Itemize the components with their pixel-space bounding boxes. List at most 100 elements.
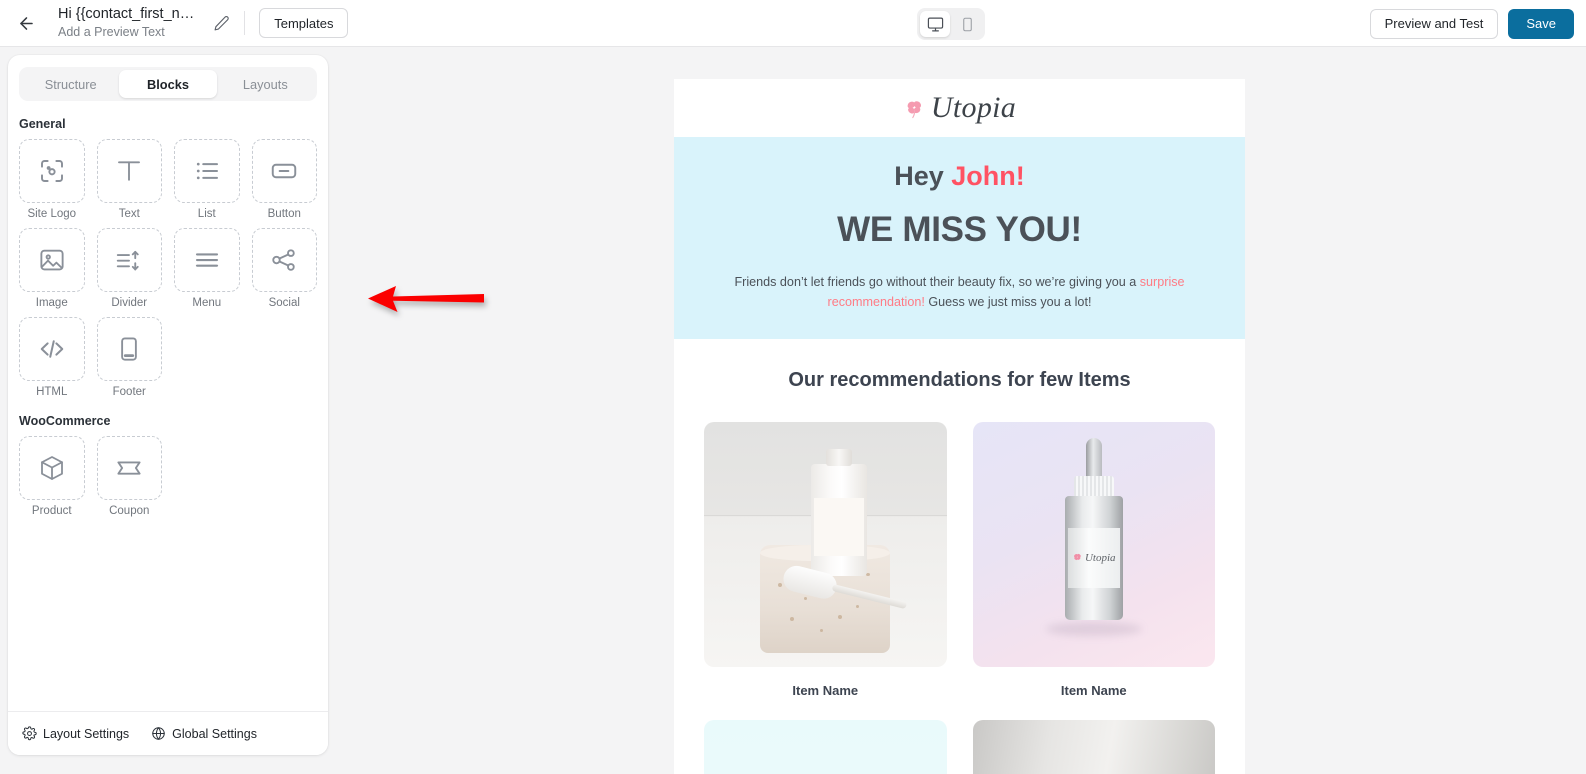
email-title-group: Hi {{contact_first_n… Add a Preview Text [58,6,194,39]
photo-bottle-shadow [1045,621,1142,636]
block-label-text: Text [118,208,140,220]
ticket-icon [117,461,141,475]
desktop-icon [927,17,943,31]
global-settings-button[interactable]: Global Settings [151,726,257,741]
block-tile-list[interactable]: List [174,139,240,220]
hero-body-part1: Friends don’t let friends go without the… [734,275,1140,289]
block-tile-social[interactable]: Social [251,228,317,309]
edit-title-button[interactable] [208,10,234,36]
photo-serum-label [814,497,865,556]
list-icon [196,162,218,180]
blocks-panel-body: General Site Logo Text List Button Image… [8,101,328,711]
device-preview-toggle[interactable] [917,8,985,40]
blocks-sidebar: Structure Blocks Layouts General Site Lo… [8,55,328,755]
top-bar: Hi {{contact_first_n… Add a Preview Text… [0,0,1586,47]
brand-logo-text: Utopia [930,91,1017,124]
product-grid: Item Name Utopia Item Name [704,421,1215,774]
tab-blocks[interactable]: Blocks [119,70,217,98]
product-card[interactable]: Item Name [704,421,947,700]
block-box-site-logo [19,139,85,203]
block-box-html [19,317,85,381]
hero-greeting: Hey John! [714,161,1205,192]
save-button-label: Save [1526,16,1556,31]
block-label-html: HTML [36,386,68,398]
email-subject-title[interactable]: Hi {{contact_first_n… [58,6,194,23]
product-image-silver[interactable] [972,719,1215,774]
photo-bottle-body: Utopia [1064,495,1123,620]
device-mobile-button[interactable] [952,11,982,37]
block-label-button: Button [267,208,301,220]
block-label-coupon: Coupon [109,505,150,517]
email-preview-text[interactable]: Add a Preview Text [58,25,194,39]
email-hero-block[interactable]: Hey John! WE MISS YOU! Friends don’t let… [674,137,1245,339]
layout-settings-button[interactable]: Layout Settings [22,726,129,741]
block-box-divider [96,228,162,292]
block-tile-divider[interactable]: Divider [96,228,162,309]
layout-settings-label: Layout Settings [43,726,130,741]
email-canvas[interactable]: Utopia Hey John! WE MISS YOU! Friends do… [336,47,1586,774]
tab-layouts[interactable]: Layouts [217,70,314,98]
block-tile-image[interactable]: Image [19,228,85,309]
block-tile-footer[interactable]: Footer [96,317,162,398]
product-card[interactable]: Utopia Item Name [972,421,1215,700]
sidebar-footer: Layout Settings Global Settings [8,711,328,755]
block-box-footer [96,317,162,381]
product-card[interactable]: Item Name [704,719,947,774]
photo-serum-bottle [811,448,868,576]
email-preview: Utopia Hey John! WE MISS YOU! Friends do… [674,79,1245,774]
photo-bottle-label-text: Utopia [1084,551,1116,564]
block-tile-button[interactable]: Button [251,139,317,220]
flower-icon [907,100,921,118]
button-icon [272,163,297,179]
block-label-site-logo: Site Logo [27,208,77,220]
device-desktop-button[interactable] [920,11,950,37]
block-label-menu: Menu [192,297,222,309]
email-recommendations-block[interactable]: Our recommendations for few Items Item N… [674,338,1245,774]
block-tile-menu[interactable]: Menu [174,228,240,309]
photo-bottle-label: Utopia [1067,527,1120,588]
block-label-social: Social [268,297,300,309]
block-box-coupon [96,436,162,500]
block-tile-product[interactable]: Product [19,436,85,517]
gear-icon [22,726,37,741]
tab-structure[interactable]: Structure [22,70,119,98]
block-box-list [174,139,240,203]
recommendations-title: Our recommendations for few Items [788,368,1131,391]
hero-body-part2: Guess we just miss you a lot! [924,295,1092,310]
product-name: Item Name [1060,682,1127,698]
preview-and-test-label: Preview and Test [1384,16,1484,31]
section-title-woocommerce: WooCommerce [19,414,111,428]
product-image-utopia[interactable]: Utopia [972,421,1215,667]
block-label-product: Product [31,505,72,517]
tab-blocks-label: Blocks [147,76,189,92]
mobile-icon [962,17,972,31]
product-image-serum[interactable] [704,421,947,667]
product-image-mint[interactable] [704,719,947,774]
image-icon [40,249,64,271]
block-tile-coupon[interactable]: Coupon [96,436,162,517]
block-label-image: Image [35,297,68,309]
block-tile-site-logo[interactable]: Site Logo [19,139,85,220]
product-card[interactable]: Item Name [972,719,1215,774]
save-button[interactable]: Save [1508,8,1574,39]
back-button[interactable] [8,5,44,41]
preview-and-test-button[interactable]: Preview and Test [1369,8,1499,39]
menu-icon [195,253,218,267]
arrow-left-icon [19,16,33,30]
block-box-button [251,139,317,203]
block-tile-html[interactable]: HTML [19,317,85,398]
block-box-menu [174,228,240,292]
block-box-product [19,436,85,500]
email-logo-block[interactable]: Utopia [674,79,1245,137]
section-title-general: General [19,117,66,131]
block-box-image [19,228,85,292]
templates-button[interactable]: Templates [259,8,349,38]
blocks-grid-general: Site Logo Text List Button Image Divider… [19,139,317,398]
hero-greeting-prefix: Hey [894,161,952,191]
block-tile-text[interactable]: Text [96,139,162,220]
text-icon [118,161,141,181]
package-icon [40,456,63,480]
tab-layouts-label: Layouts [242,76,288,92]
block-label-list: List [197,208,216,220]
brand-logo: Utopia [903,91,1016,125]
